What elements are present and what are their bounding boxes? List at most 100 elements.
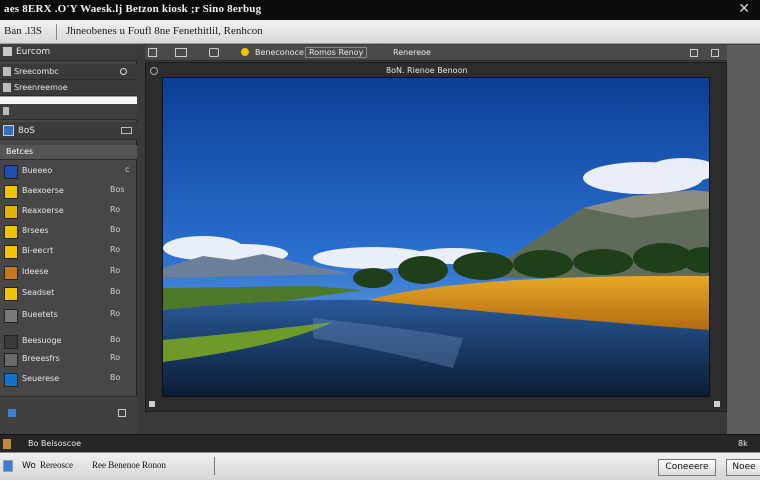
toolbar-item-1[interactable]: Beneconoce [255, 48, 304, 57]
toolbar-item-2[interactable]: Romos Renoy [305, 47, 368, 58]
corner-icon [149, 401, 155, 407]
app-icon [3, 125, 14, 136]
zoom-icon[interactable] [150, 67, 158, 75]
layer-value: Ro [110, 266, 121, 275]
layer-name: Breeesfrs [22, 354, 60, 363]
layer-name: Bueeeo [22, 166, 53, 175]
layer-row[interactable]: 8rsees Bo [0, 222, 137, 240]
layer-value: Ro [110, 353, 121, 362]
layer-value: Bo [110, 225, 121, 234]
field-value-2[interactable]: Ree Benenoe Ronon [92, 460, 166, 470]
layer-value: c [125, 165, 130, 174]
option-row-1[interactable]: Sreecombc [0, 64, 137, 80]
layer-name: Seuerese [22, 374, 60, 383]
layer-row[interactable]: Bueeeo c [0, 162, 137, 180]
layer-row[interactable]: Bueetets Ro [0, 306, 137, 324]
window-title: aes 8ERX .O'Y Waesk.lj Betzon kiosk ;r S… [4, 3, 262, 15]
page-icon [3, 107, 9, 115]
option-label: Sreenreemoe [14, 83, 68, 92]
divider [56, 24, 57, 40]
frame-icon[interactable] [175, 48, 187, 57]
section-label: 8oS [18, 126, 35, 136]
layer-name: Bueetets [22, 310, 58, 319]
layer-value: Bo [110, 287, 121, 296]
field-value[interactable]: Rereosce [40, 460, 73, 470]
doc-icon [3, 460, 13, 472]
layers-header: Betces [0, 145, 137, 160]
grid-icon[interactable] [148, 48, 157, 57]
status-bar: Bo Beisoscoe 8k [0, 434, 760, 452]
layer-swatch [4, 309, 18, 323]
close-icon[interactable]: ✕ [738, 1, 750, 17]
layer-swatch [4, 245, 18, 259]
radio-icon[interactable] [120, 68, 127, 75]
layer-value: Ro [110, 245, 121, 254]
layer-swatch [4, 353, 18, 367]
layer-value: Bo [110, 373, 121, 382]
app-menu[interactable]: Ban .l3S [4, 25, 42, 37]
trash-icon[interactable] [118, 409, 126, 417]
layer-name: Seadset [22, 288, 55, 297]
layer-value: Bo [110, 335, 121, 344]
ok-button[interactable]: Noee [726, 459, 760, 476]
layer-swatch [4, 287, 18, 301]
layer-row[interactable]: Seadset Bo [0, 284, 137, 302]
panel-header-label: Eurcom [16, 47, 51, 57]
layer-value: Ro [110, 309, 121, 318]
view-icon[interactable] [209, 48, 219, 57]
panel-header: Eurcom [0, 44, 137, 61]
left-panel: Eurcom Sreecombc Sreenreemoe 8oS Betces … [0, 44, 137, 434]
layer-swatch [4, 165, 18, 179]
title-bar: aes 8ERX .O'Y Waesk.lj Betzon kiosk ;r S… [0, 0, 760, 20]
folder-icon [3, 47, 12, 56]
light-icon[interactable] [241, 48, 249, 56]
layer-name: Baexoerse [22, 186, 64, 195]
layer-swatch [4, 373, 18, 387]
layer-name: Beesuoge [22, 336, 62, 345]
layer-swatch [4, 335, 18, 349]
right-gutter [727, 45, 760, 434]
layer-name: 8rsees [22, 226, 49, 235]
expand-icon[interactable] [121, 127, 132, 134]
menu-bar: Ban .l3S Jhneobenes u Foufl 8ne Fenethit… [0, 20, 760, 44]
layer-row[interactable]: Baexoerse Bos [0, 182, 137, 200]
status-right: 8k [738, 439, 748, 448]
layer-row[interactable]: Beesuoge Bo [0, 332, 137, 350]
close-panel-icon[interactable] [711, 49, 719, 57]
field-end [214, 457, 215, 475]
toolbar-item-3[interactable]: Renereoe [393, 48, 431, 57]
option-icon [3, 83, 11, 92]
canvas-toolbar: Beneconoce Romos Renoy Renereoe [145, 45, 727, 61]
text-field[interactable] [0, 96, 137, 104]
canvas-label: 8oN. Rienoe Benoon [386, 66, 468, 75]
layer-swatch [4, 266, 18, 280]
bottom-bar: Wo Rereosce Ree Benenoe Ronon Coneeere N… [0, 452, 760, 480]
option-icon [3, 67, 11, 76]
layer-name: Ideese [22, 267, 49, 276]
layer-name: Reaxoerse [22, 206, 64, 215]
user-icon [3, 439, 11, 449]
add-layer-icon[interactable] [8, 409, 16, 417]
document-title: Jhneobenes u Foufl 8ne Fenethitlil, Renh… [66, 25, 263, 37]
layer-value: Bos [110, 185, 125, 194]
layer-row[interactable]: Bi-eecrt Ro [0, 242, 137, 260]
layer-row[interactable]: Ideese Ro [0, 263, 137, 281]
blank-row [0, 104, 137, 120]
layer-swatch [4, 185, 18, 199]
photo-viewport[interactable] [162, 77, 710, 397]
layer-swatch [4, 225, 18, 239]
layers-header-label: Betces [6, 147, 34, 156]
landscape-photo [163, 78, 709, 396]
layer-row[interactable]: Reaxoerse Ro [0, 202, 137, 220]
layer-name: Bi-eecrt [22, 246, 54, 255]
layer-swatch [4, 205, 18, 219]
option-label: Sreecombc [14, 67, 59, 76]
status-left: Bo Beisoscoe [28, 439, 82, 448]
option-row-2[interactable]: Sreenreemoe [0, 80, 137, 96]
section-row[interactable]: 8oS [0, 122, 137, 140]
field-label: Wo [22, 461, 36, 471]
layer-row[interactable]: Breeesfrs Ro [0, 350, 137, 368]
cancel-button[interactable]: Coneeere [658, 459, 716, 476]
layer-row[interactable]: Seuerese Bo [0, 370, 137, 388]
sliders-icon[interactable] [690, 49, 698, 57]
